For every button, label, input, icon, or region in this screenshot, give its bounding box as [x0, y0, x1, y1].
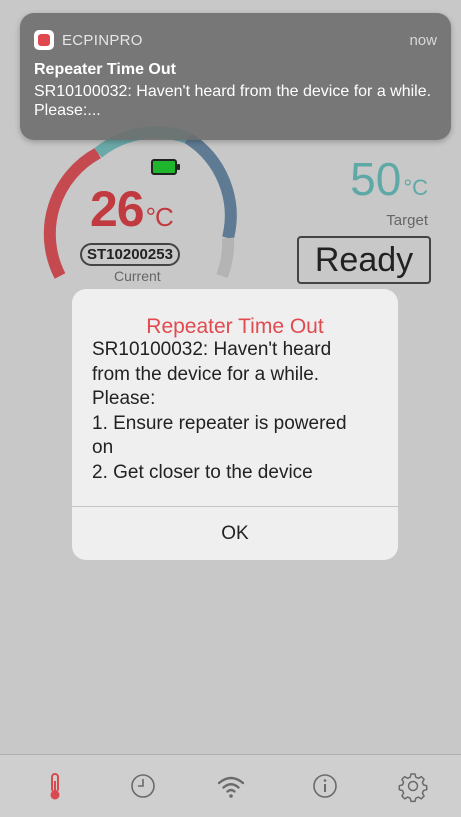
push-notification[interactable]: ECPINPRO now Repeater Time Out SR1010003…	[20, 13, 451, 140]
thermometer-icon	[50, 773, 60, 800]
target-label: Target	[386, 212, 428, 229]
dialog-message-line: from the device for a while.	[92, 363, 320, 385]
wifi-icon	[217, 776, 245, 798]
app-icon	[34, 30, 54, 50]
notification-header: ECPINPRO now	[34, 30, 437, 50]
dialog-title: Repeater Time Out	[146, 315, 324, 338]
dialog-message-line: on	[92, 437, 114, 458]
dialog-message: SR10100032: Haven't heard from the devic…	[92, 338, 384, 485]
tab-wifi[interactable]	[214, 769, 248, 803]
repeater-timeout-dialog: Repeater Time Out SR10100032: Haven't he…	[72, 289, 398, 560]
dialog-message-line: Please:	[92, 388, 156, 409]
notification-time: now	[409, 32, 437, 49]
tab-settings[interactable]	[396, 769, 430, 803]
battery-icon	[151, 159, 180, 175]
notification-body: SR10100032: Haven't heard from the devic…	[34, 83, 432, 119]
app-screen: 26°C ST10200253 Current 50°C Target Read…	[0, 0, 461, 817]
gear-icon	[398, 773, 428, 803]
notification-app-name: ECPINPRO	[62, 32, 143, 49]
dialog-message-line: 2. Get closer to the device	[92, 461, 313, 483]
current-temperature-unit: °C	[145, 202, 174, 232]
target-temperature-unit: °C	[403, 175, 428, 200]
current-temperature-value: 26	[90, 181, 145, 237]
dialog-message-line: SR10100032: Haven't heard	[92, 339, 332, 360]
target-temperature-value: 50	[350, 153, 402, 205]
clock-icon	[131, 774, 155, 798]
info-icon	[313, 774, 337, 798]
sensor-id-badge[interactable]: ST10200253	[80, 243, 180, 266]
current-temperature: 26°C	[90, 180, 174, 238]
dialog-message-line: 1. Ensure repeater is powered	[92, 412, 347, 434]
bottom-tab-bar	[0, 754, 461, 817]
current-label: Current	[114, 268, 161, 284]
tab-schedule[interactable]	[126, 769, 160, 803]
target-temperature[interactable]: 50°C	[350, 152, 428, 206]
tab-info[interactable]	[308, 769, 342, 803]
dialog-ok-button[interactable]: OK	[72, 507, 398, 560]
tab-temperature[interactable]	[38, 769, 72, 803]
notification-title: Repeater Time Out	[34, 61, 176, 78]
ready-status-button[interactable]: Ready	[297, 236, 431, 284]
